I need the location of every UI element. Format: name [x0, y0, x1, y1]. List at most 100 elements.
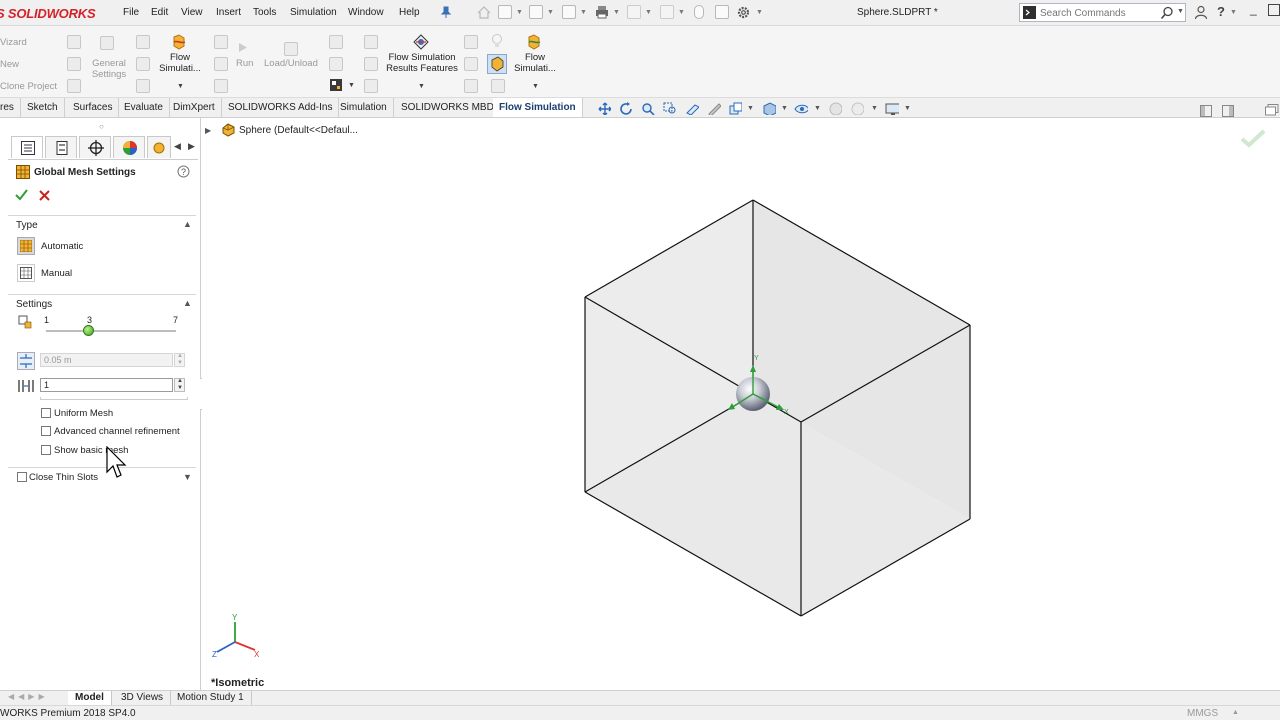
tile-left-icon[interactable] — [1200, 105, 1212, 117]
tab-features[interactable]: res — [0, 98, 21, 117]
save-dropdown-arrow-icon[interactable]: ▼ — [580, 9, 587, 16]
display-style-dropdown-icon[interactable]: ▼ — [781, 105, 788, 112]
panel-splitter-handle[interactable]: ○ — [99, 122, 104, 131]
new-dropdown-arrow-icon[interactable]: ▼ — [516, 9, 523, 16]
view-settings-dropdown-icon[interactable]: ▼ — [904, 105, 911, 112]
flow-simulation-button-2[interactable]: Flow Simulati... — [510, 52, 560, 74]
clone-project-command[interactable]: Clone Project — [0, 81, 57, 92]
general-settings-button[interactable]: General Settings — [89, 58, 129, 80]
print-dropdown-arrow-icon[interactable]: ▼ — [613, 9, 620, 16]
menu-file[interactable]: File — [123, 7, 139, 18]
spin-down-icon[interactable]: ▼ — [177, 360, 183, 366]
tab-configuration-manager[interactable] — [79, 136, 111, 158]
tab-surfaces[interactable]: Surfaces — [67, 98, 120, 117]
general-settings-icon[interactable] — [100, 36, 114, 50]
apply-scene-dropdown-icon[interactable]: ▼ — [871, 105, 878, 112]
menu-window[interactable]: Window — [348, 7, 384, 18]
previous-view-icon[interactable] — [619, 102, 633, 115]
pane-scroll-left-icon[interactable]: ◀ — [174, 141, 181, 152]
small-tool-icon-6[interactable] — [136, 79, 150, 93]
mesh-level-slider[interactable] — [46, 325, 176, 336]
menu-edit[interactable]: Edit — [151, 7, 168, 18]
tab-property-manager[interactable] — [45, 136, 77, 158]
small-tool-icon-11[interactable] — [329, 57, 343, 71]
feature-tree-expand-icon[interactable]: ▶ — [205, 126, 211, 135]
advanced-channel-refinement-checkbox[interactable] — [41, 426, 51, 436]
small-tool-icon-7[interactable] — [214, 35, 228, 49]
user-icon[interactable] — [1194, 5, 1208, 20]
small-tool-icon-15[interactable] — [364, 79, 378, 93]
display-style-icon[interactable] — [762, 102, 776, 115]
minimum-wall-thickness-field[interactable]: 1 — [40, 378, 173, 392]
results-features-dropdown-icon[interactable]: ▼ — [418, 83, 425, 90]
hide-show-dropdown-icon[interactable]: ▼ — [814, 105, 821, 112]
small-tool-icon-4[interactable] — [136, 35, 150, 49]
flow-simulation-icon-2[interactable] — [526, 34, 543, 51]
small-tool-icon-10[interactable] — [329, 35, 343, 49]
tab-flow-simulation[interactable]: Flow Simulation — [493, 98, 583, 117]
tab-simulation[interactable]: Simulation — [334, 98, 394, 117]
file-properties-icon[interactable] — [715, 5, 729, 19]
save-icon[interactable] — [562, 5, 576, 19]
settings-collapse-chevron-icon[interactable]: ▲ — [183, 298, 192, 308]
close-thin-slots-checkbox[interactable] — [17, 472, 27, 482]
wall-thickness-slider[interactable] — [40, 397, 188, 400]
lightbulb-icon[interactable] — [489, 33, 505, 49]
spin-up-icon[interactable]: ▲ — [177, 353, 183, 359]
load-unload-button[interactable]: Load/Unload — [264, 58, 318, 69]
bottom-tab-3d-views[interactable]: 3D Views — [114, 691, 172, 705]
small-tool-icon-5[interactable] — [136, 57, 150, 71]
small-tool-icon-17[interactable] — [464, 57, 478, 71]
small-tool-icon-3[interactable] — [67, 79, 81, 93]
confirmation-corner-check-icon[interactable] — [1240, 128, 1266, 148]
hide-show-items-icon[interactable] — [794, 102, 808, 115]
small-tool-icon-14[interactable] — [364, 57, 378, 71]
open-dropdown-arrow-icon[interactable]: ▼ — [547, 9, 554, 16]
help-icon[interactable]: ? — [1217, 4, 1225, 19]
advanced-channel-refinement-label[interactable]: Advanced channel refinement — [54, 426, 180, 437]
restore-window-icon[interactable] — [1265, 104, 1279, 116]
small-tool-icon-9[interactable] — [214, 79, 228, 93]
show-basic-mesh-checkbox[interactable] — [41, 445, 51, 455]
unit-system-dropdown-icon[interactable]: ▲ — [1232, 709, 1239, 716]
tab-display-manager[interactable] — [113, 136, 145, 158]
close-thin-slots-label[interactable]: Close Thin Slots — [29, 472, 98, 483]
open-icon[interactable] — [529, 5, 543, 19]
minimum-gap-size-field[interactable]: 0.05 m — [40, 353, 173, 367]
zoom-area-icon[interactable] — [641, 102, 655, 115]
search-input[interactable] — [1040, 6, 1160, 20]
select-dropdown-arrow-icon[interactable]: ▼ — [678, 9, 685, 16]
tile-right-icon[interactable] — [1222, 105, 1234, 117]
small-tool-icon-18[interactable] — [464, 79, 478, 93]
flow-simulation-dropdown-icon[interactable]: ▼ — [177, 83, 184, 90]
status-unit-system[interactable]: MMGS — [1187, 708, 1218, 719]
view-orientation-icon[interactable] — [728, 102, 742, 115]
view-settings-icon[interactable] — [885, 102, 899, 115]
home-icon[interactable] — [476, 5, 492, 20]
small-tool-icon-16[interactable] — [464, 35, 478, 49]
rebuild-icon[interactable] — [694, 5, 704, 19]
small-tool-icon-1[interactable] — [67, 35, 81, 49]
flow-display-icon[interactable] — [487, 54, 507, 74]
uniform-mesh-label[interactable]: Uniform Mesh — [54, 408, 113, 419]
small-tool-icon-8[interactable] — [214, 57, 228, 71]
minimize-icon[interactable]: _ — [1250, 2, 1257, 16]
load-unload-icon[interactable] — [284, 42, 298, 56]
flow-simulation-icon[interactable] — [171, 34, 188, 51]
uniform-mesh-checkbox[interactable] — [41, 408, 51, 418]
small-tool-icon-12[interactable] — [329, 78, 343, 92]
search-commands-box[interactable]: ▼ — [1019, 3, 1186, 22]
ok-check-icon[interactable] — [15, 189, 28, 201]
automatic-type-button[interactable] — [17, 237, 35, 255]
manual-type-button[interactable] — [17, 264, 35, 282]
menu-insert[interactable]: Insert — [216, 7, 241, 18]
close-thin-slots-expand-chevron-icon[interactable]: ▼ — [183, 472, 192, 482]
search-icon[interactable] — [1160, 6, 1174, 20]
menu-help[interactable]: Help — [399, 7, 420, 18]
zoom-to-fit-icon[interactable] — [597, 102, 611, 115]
small-tool-icon-19[interactable] — [491, 79, 505, 93]
pin-icon[interactable] — [440, 6, 452, 19]
bottom-tab-motion-study[interactable]: Motion Study 1 — [170, 691, 252, 705]
new-project-command[interactable]: New — [0, 59, 19, 70]
flow-simulation-button-1[interactable]: Flow Simulati... — [156, 52, 204, 74]
